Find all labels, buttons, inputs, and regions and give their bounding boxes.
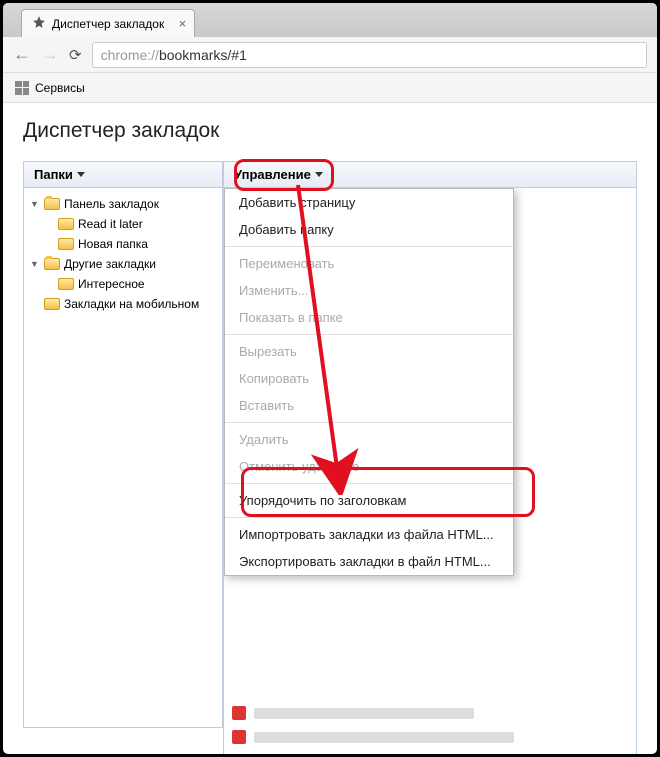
dropdown-separator [225, 483, 513, 484]
folder-icon [44, 258, 60, 270]
folder-icon [44, 298, 60, 310]
bookmarks-bar-services[interactable]: Сервисы [35, 81, 85, 95]
apps-icon[interactable] [15, 81, 29, 95]
dropdown-item[interactable]: Экспортировать закладки в файл HTML... [225, 548, 513, 575]
dropdown-item: Переименовать [225, 250, 513, 277]
tree-item[interactable]: Закладки на мобильном [28, 294, 218, 314]
page-content: Диспетчер закладок Папки ▼ Панель закладо… [3, 103, 657, 757]
dropdown-separator [225, 246, 513, 247]
folders-header-label: Папки [34, 167, 73, 182]
folders-column: Папки ▼ Панель закладок Read it later Новая… [23, 161, 223, 757]
dropdown-separator [225, 334, 513, 335]
manage-header-label: Управление [234, 167, 311, 182]
tree-item-label: Read it later [78, 217, 143, 231]
dropdown-separator [225, 517, 513, 518]
dropdown-separator [225, 422, 513, 423]
close-icon[interactable]: × [179, 16, 187, 31]
chevron-down-icon [315, 172, 323, 177]
dropdown-item: Копировать [225, 365, 513, 392]
url-path: bookmarks/#1 [159, 47, 247, 63]
folder-icon [58, 278, 74, 290]
tree-item[interactable]: Новая папка [28, 234, 218, 254]
back-button[interactable]: ← [13, 44, 31, 65]
forward-button: → [41, 44, 59, 65]
dropdown-item: Показать в папке [225, 304, 513, 331]
dropdown-item[interactable]: Добавить страницу [225, 189, 513, 216]
browser-tab[interactable]: Диспетчер закладок × [21, 9, 195, 37]
bookmarks-bar: Сервисы [3, 73, 657, 103]
tab-bar: Диспетчер закладок × [3, 3, 657, 37]
manage-header[interactable]: Управление [223, 161, 637, 188]
dropdown-item[interactable]: Упорядочить по заголовкам [225, 487, 513, 514]
tree-item[interactable]: Read it later [28, 214, 218, 234]
dropdown-item: Изменить... [225, 277, 513, 304]
manage-dropdown: Добавить страницуДобавить папку Переимено… [224, 188, 514, 576]
tree-toggle-icon[interactable]: ▼ [30, 259, 40, 269]
tree-item-label: Новая папка [78, 237, 148, 251]
folder-icon [44, 198, 60, 210]
address-bar: ← → ⟳ chrome://bookmarks/#1 [3, 37, 657, 73]
browser-window: Диспетчер закладок × ← → ⟳ chrome://book… [0, 0, 660, 757]
reload-button[interactable]: ⟳ [69, 46, 82, 64]
tree-item[interactable]: ▼ Панель закладок [28, 194, 218, 214]
url-input[interactable]: chrome://bookmarks/#1 [92, 42, 647, 68]
dropdown-item[interactable]: Добавить папку [225, 216, 513, 243]
tree-item[interactable]: ▼ Другие закладки [28, 254, 218, 274]
tree-item[interactable]: Интересное [28, 274, 218, 294]
tree-item-label: Закладки на мобильном [64, 297, 199, 311]
url-prefix: chrome:// [101, 47, 159, 63]
dropdown-item[interactable]: Импортровать закладки из файла HTML... [225, 521, 513, 548]
tree-item-label: Другие закладки [64, 257, 156, 271]
dropdown-item: Отменить удаление [225, 453, 513, 480]
dropdown-item: Вставить [225, 392, 513, 419]
dropdown-item: Удалить [225, 426, 513, 453]
folder-icon [58, 218, 74, 230]
bookmarks-list: Добавить страницуДобавить папку Переимено… [223, 188, 637, 757]
manage-column: Управление Добавить страницуДобавить пап… [223, 161, 637, 757]
page-title: Диспетчер закладок [23, 119, 637, 143]
folders-header[interactable]: Папки [23, 161, 223, 188]
tree-toggle-icon[interactable]: ▼ [30, 199, 40, 209]
dropdown-item: Вырезать [225, 338, 513, 365]
folder-icon [58, 238, 74, 250]
chevron-down-icon [77, 172, 85, 177]
tab-title: Диспетчер закладок [52, 17, 164, 31]
tree-item-label: Интересное [78, 277, 145, 291]
folder-tree: ▼ Панель закладок Read it later Новая папка… [23, 188, 223, 728]
tree-item-label: Панель закладок [64, 197, 159, 211]
star-icon [32, 15, 46, 32]
